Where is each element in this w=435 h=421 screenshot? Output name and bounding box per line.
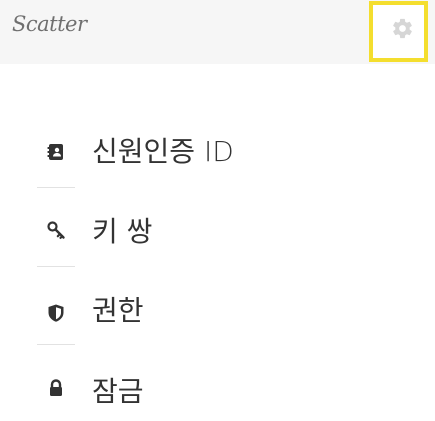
- menu-item-keypairs[interactable]: 키 쌍: [0, 190, 435, 260]
- divider: [37, 266, 75, 267]
- gear-icon: [393, 18, 412, 39]
- app-logo: Scatter: [12, 12, 87, 36]
- top-bar: Scatter: [0, 0, 435, 64]
- shield-icon: [48, 304, 64, 322]
- divider: [37, 344, 75, 345]
- lock-icon: [50, 379, 62, 396]
- menu-item-label: 신원인증 ID: [92, 135, 234, 168]
- menu-item-identities[interactable]: 신원인증 ID: [0, 110, 435, 180]
- address-book-icon: [47, 144, 63, 160]
- divider: [37, 187, 75, 188]
- menu-item-permissions[interactable]: 권한: [0, 269, 435, 339]
- key-icon: [47, 221, 65, 239]
- menu-item-label: 권한: [92, 294, 144, 327]
- menu-item-label: 키 쌍: [92, 215, 153, 248]
- settings-button[interactable]: [369, 1, 428, 62]
- menu-item-label: 잠금: [92, 375, 144, 408]
- menu-item-lock[interactable]: 잠금: [0, 350, 435, 420]
